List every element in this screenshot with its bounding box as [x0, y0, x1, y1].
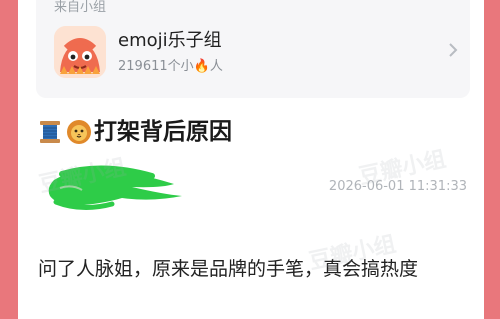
spool-of-thread-icon: [38, 118, 62, 146]
post-body: 问了人脉姐，原来是品牌的手笔，真会搞热度: [38, 258, 419, 280]
chevron-right-icon: [449, 43, 458, 57]
cartoon-monster-avatar-icon: [54, 26, 106, 78]
post-timestamp: 2026-06-01 11:31:33: [328, 179, 467, 194]
group-member-count: 219611个小🔥人: [118, 59, 223, 74]
group-avatar[interactable]: [54, 26, 106, 78]
post-title: 打架背后原因: [38, 116, 232, 148]
author-redaction-scribble: [48, 165, 182, 210]
group-name: emoji乐子组: [118, 30, 222, 51]
group-card[interactable]: 来自小组 emoji乐子组 219611个小🔥人: [36, 0, 470, 98]
post-title-text: 打架背后原因: [94, 119, 232, 145]
from-group-label: 来自小组: [54, 0, 107, 15]
post-card: 来自小组 emoji乐子组 219611个小🔥人 打架背后原因 2026-06-…: [18, 0, 484, 319]
lion-face-icon: [66, 118, 91, 146]
